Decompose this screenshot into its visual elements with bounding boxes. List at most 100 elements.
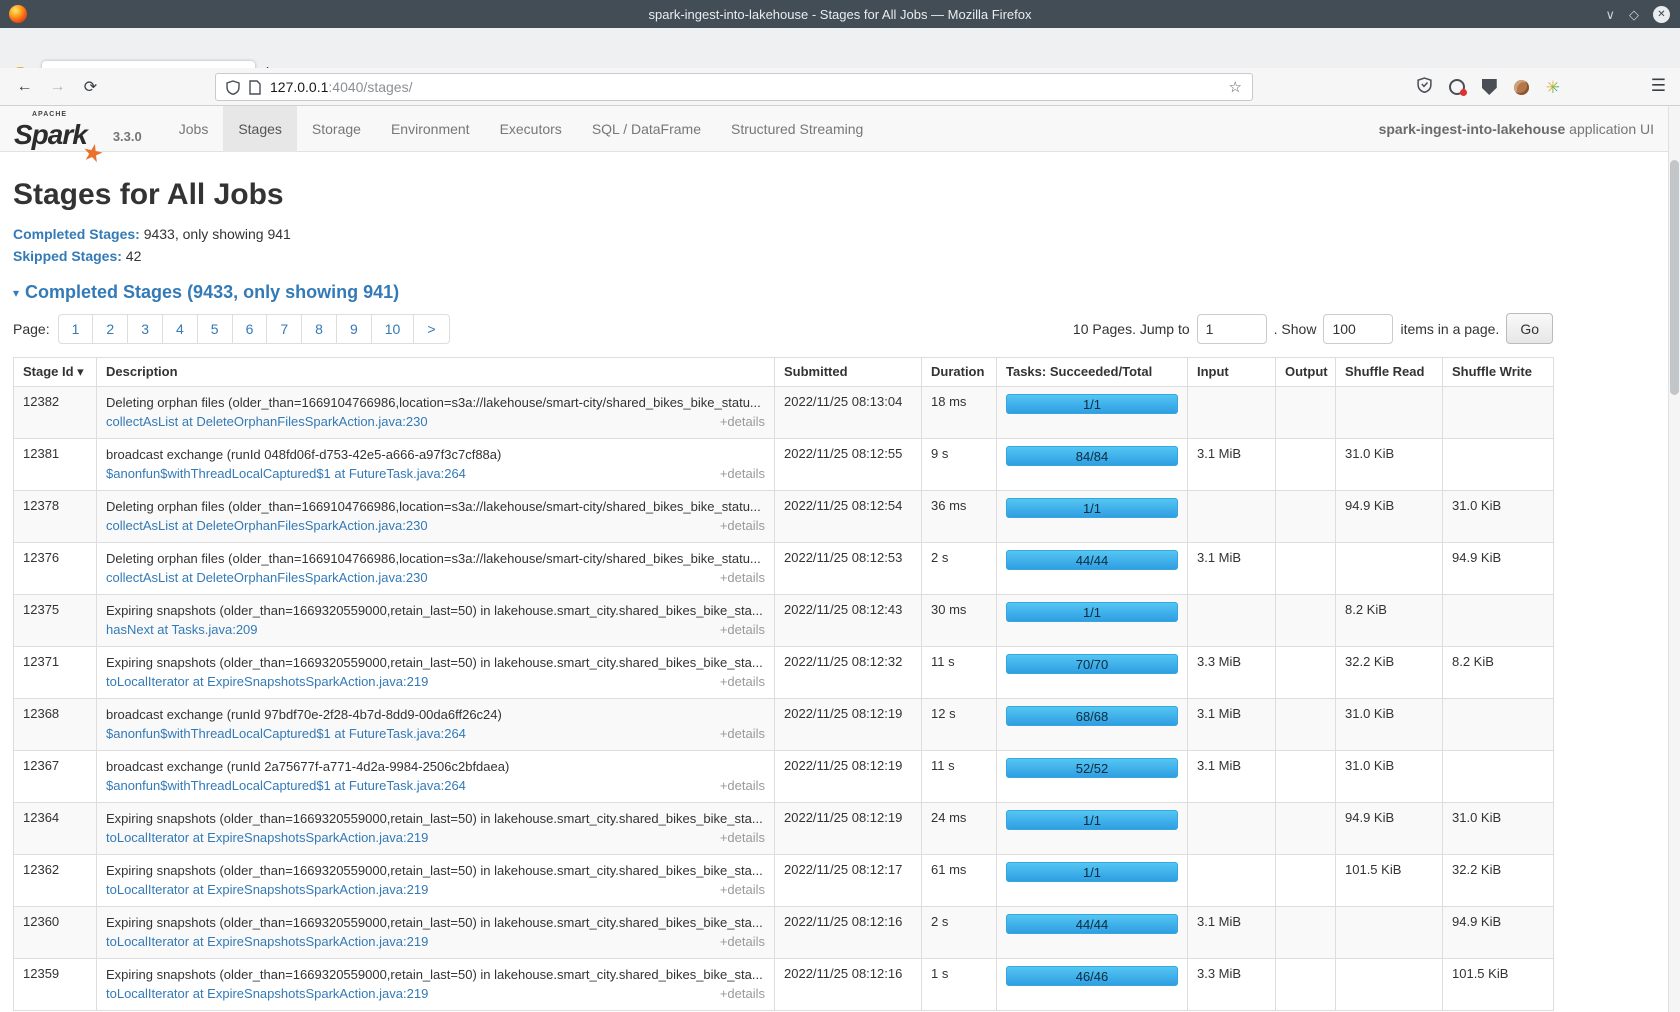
jump-to-page-input[interactable] — [1197, 314, 1267, 344]
nav-link[interactable]: SQL / DataFrame — [577, 106, 716, 152]
page-scrollbar[interactable] — [1668, 106, 1680, 1012]
cookie-icon[interactable] — [1514, 80, 1529, 95]
spark-logo[interactable]: Spark APACHE ★ 3.3.0 — [0, 106, 142, 151]
stage-detail-link[interactable]: toLocalIterator at ExpireSnapshotsSparkA… — [106, 829, 428, 847]
column-header[interactable]: Tasks: Succeeded/Total — [997, 358, 1188, 387]
tracking-shield-icon[interactable] — [226, 80, 240, 95]
stage-detail-link[interactable]: toLocalIterator at ExpireSnapshotsSparkA… — [106, 933, 428, 951]
column-header[interactable]: Output — [1276, 358, 1336, 387]
details-toggle[interactable]: +details — [720, 465, 765, 483]
completed-stages-section-header[interactable]: ▾ Completed Stages (9433, only showing 9… — [13, 282, 1553, 303]
column-header[interactable]: Shuffle Read — [1336, 358, 1443, 387]
scrollbar-thumb[interactable] — [1670, 160, 1679, 395]
stage-detail-link[interactable]: toLocalIterator at ExpireSnapshotsSparkA… — [106, 881, 428, 899]
input-cell — [1188, 387, 1276, 439]
page-button-3[interactable]: 3 — [127, 314, 163, 344]
tasks-progress-label: 1/1 — [1083, 605, 1101, 620]
maximize-icon[interactable]: ◇ — [1629, 8, 1639, 21]
page-title: Stages for All Jobs — [13, 178, 1553, 212]
page-button-4[interactable]: 4 — [162, 314, 198, 344]
details-toggle[interactable]: +details — [720, 413, 765, 431]
pages-summary: 10 Pages. Jump to — [1073, 321, 1190, 337]
stage-detail-link[interactable]: hasNext at Tasks.java:209 — [106, 621, 258, 639]
input-cell — [1188, 595, 1276, 647]
details-toggle[interactable]: +details — [720, 673, 765, 691]
nav-link[interactable]: Stages — [223, 106, 297, 152]
menu-icon[interactable]: ☰ — [1651, 76, 1666, 96]
stage-detail-link[interactable]: $anonfun$withThreadLocalCaptured$1 at Fu… — [106, 465, 466, 483]
details-toggle[interactable]: +details — [720, 621, 765, 639]
page-button-7[interactable]: 7 — [266, 314, 302, 344]
column-header[interactable]: Duration — [922, 358, 997, 387]
bookmark-star-icon[interactable]: ☆ — [1229, 78, 1242, 96]
ublock-shield-icon[interactable] — [1482, 79, 1497, 95]
url-bar[interactable]: 127.0.0.1:4040/stages/ ☆ — [215, 73, 1253, 101]
nav-link[interactable]: Jobs — [164, 106, 224, 152]
nav-link[interactable]: Storage — [297, 106, 376, 152]
stage-detail-link[interactable]: toLocalIterator at ExpireSnapshotsSparkA… — [106, 673, 428, 691]
column-header[interactable]: Shuffle Write — [1443, 358, 1554, 387]
skipped-stages-link[interactable]: Skipped Stages: — [13, 248, 122, 264]
stage-detail-link[interactable]: toLocalIterator at ExpireSnapshotsSparkA… — [106, 985, 428, 1003]
close-icon[interactable]: ✕ — [1653, 6, 1670, 23]
completed-stages-link[interactable]: Completed Stages: — [13, 226, 140, 242]
details-toggle[interactable]: +details — [720, 777, 765, 795]
page-info-icon[interactable] — [249, 80, 261, 95]
details-toggle[interactable]: +details — [720, 517, 765, 535]
details-toggle[interactable]: +details — [720, 829, 765, 847]
stage-description: Deleting orphan files (older_than=166910… — [106, 498, 765, 516]
page-button-6[interactable]: 6 — [232, 314, 268, 344]
go-button[interactable]: Go — [1506, 313, 1553, 344]
stage-detail-link[interactable]: $anonfun$withThreadLocalCaptured$1 at Fu… — [106, 777, 466, 795]
tasks-cell: 1/1 — [997, 855, 1188, 907]
output-cell — [1276, 387, 1336, 439]
page-button-9[interactable]: 9 — [336, 314, 372, 344]
column-header[interactable]: Input — [1188, 358, 1276, 387]
details-toggle[interactable]: +details — [720, 725, 765, 743]
nav-link[interactable]: Structured Streaming — [716, 106, 878, 152]
forward-icon[interactable]: → — [41, 78, 74, 96]
shuffle-read-cell — [1336, 907, 1443, 959]
details-toggle[interactable]: +details — [720, 569, 765, 587]
extension-asterisk-icon[interactable]: ✳ — [1546, 79, 1560, 96]
application-name: spark-ingest-into-lakehouse — [1379, 121, 1566, 137]
details-toggle[interactable]: +details — [720, 881, 765, 899]
stage-detail-link[interactable]: collectAsList at DeleteOrphanFilesSparkA… — [106, 517, 428, 535]
column-header[interactable]: Submitted — [775, 358, 922, 387]
minimize-icon[interactable]: ∨ — [1605, 8, 1615, 21]
shuffle-write-cell: 94.9 KiB — [1443, 543, 1554, 595]
page-button-group: 12345678910> — [58, 314, 450, 344]
back-icon[interactable]: ← — [8, 78, 41, 96]
stage-id-cell: 12382 — [14, 387, 97, 439]
tasks-progress-label: 84/84 — [1076, 449, 1109, 464]
nav-link[interactable]: Environment — [376, 106, 485, 152]
stage-detail-link[interactable]: collectAsList at DeleteOrphanFilesSparkA… — [106, 569, 428, 587]
details-toggle[interactable]: +details — [720, 985, 765, 1003]
items-per-page-input[interactable] — [1323, 314, 1393, 344]
pocket-shield-icon[interactable] — [1417, 77, 1432, 97]
reload-icon[interactable]: ⟳ — [74, 77, 107, 97]
tasks-progress-bar: 84/84 — [1006, 446, 1178, 466]
column-header[interactable]: Description — [97, 358, 775, 387]
stage-detail-link[interactable]: $anonfun$withThreadLocalCaptured$1 at Fu… — [106, 725, 466, 743]
details-toggle[interactable]: +details — [720, 933, 765, 951]
page-button-5[interactable]: 5 — [197, 314, 233, 344]
page-button-1[interactable]: 1 — [58, 314, 94, 344]
nav-item-storage: Storage — [297, 106, 376, 151]
tasks-progress-bar: 1/1 — [1006, 394, 1178, 414]
page-button-8[interactable]: 8 — [301, 314, 337, 344]
nav-link[interactable]: Executors — [485, 106, 577, 152]
page-button-2[interactable]: 2 — [92, 314, 128, 344]
stage-detail-link[interactable]: collectAsList at DeleteOrphanFilesSparkA… — [106, 413, 428, 431]
column-header[interactable]: Stage Id ▾ — [14, 358, 97, 387]
container-mask-icon[interactable] — [1449, 79, 1465, 95]
description-cell: Expiring snapshots (older_than=166932055… — [97, 959, 775, 1011]
page-button-10[interactable]: 10 — [371, 314, 415, 344]
tasks-progress-bar: 1/1 — [1006, 862, 1178, 882]
stage-id-cell: 12367 — [14, 751, 97, 803]
duration-cell: 18 ms — [922, 387, 997, 439]
shuffle-write-cell: 94.9 KiB — [1443, 907, 1554, 959]
next-page-button[interactable]: > — [413, 314, 449, 344]
collapse-caret-icon: ▾ — [13, 286, 19, 300]
nav-item-environment: Environment — [376, 106, 485, 151]
